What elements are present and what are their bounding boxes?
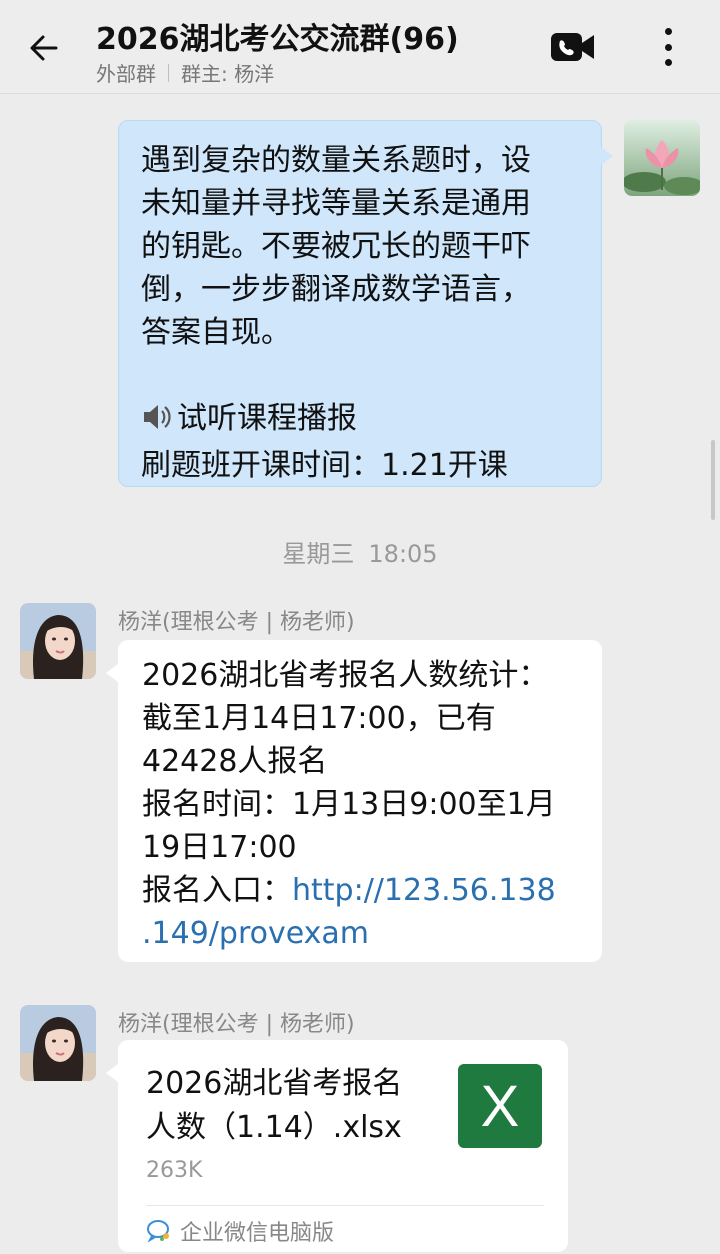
message-line: .149/provexam [142,912,582,955]
file-name: 2026湖北省考报名 人数（1.14）.xlsx [146,1062,436,1150]
message-line: 遇到复杂的数量关系题时，设 [141,143,531,178]
excel-file-icon: X [458,1064,542,1148]
file-source: 企业微信电脑版 [146,1215,334,1247]
file-card-divider [146,1205,544,1206]
external-group-tag: 外部群 [96,62,156,86]
file-message-card[interactable]: 2026湖北省考报名 人数（1.14）.xlsx 263K X 企业微信电脑版 [106,1040,568,1252]
more-dot [664,43,672,51]
message-line: 的钥匙。不要被冗长的题干吓 [141,229,531,264]
more-dot [664,59,672,66]
file-size: 263K [146,1158,203,1183]
message-line: 42428人报名 [142,744,328,779]
chat-header: 2026湖北考公交流群(96) 外部群 群主: 杨洋 [0,0,720,94]
message-line: 报名入口：http://123.56.138 [142,869,582,912]
message-line: 19日17:00 [142,830,297,865]
speaker-icon [141,401,173,444]
more-options-button[interactable] [650,24,686,70]
message-line: 截至1月14日17:00，已有 [142,701,496,736]
message-line: 2026湖北省考报名人数统计： [142,658,549,693]
registration-link[interactable]: http://123.56.138 [292,873,556,908]
lotus-avatar-image [624,120,700,196]
arrow-left-icon [30,35,58,61]
audition-text: 试听课程播报 [177,401,357,436]
message-line: 报名时间：1月13日9:00至1月 [142,787,556,822]
subtitle-divider [168,63,169,82]
self-avatar[interactable] [624,120,700,196]
message-line: 未知量并寻找等量关系是通用 [141,186,531,221]
video-call-button[interactable] [550,30,596,64]
timestamp-day: 星期三 [282,540,355,568]
sender-avatar-image [20,603,96,679]
sender-avatar[interactable] [20,1005,96,1081]
file-name-line: 2026湖北省考报名 [146,1066,403,1101]
timestamp-time: 18:05 [368,540,438,568]
chat-subtitle: 外部群 群主: 杨洋 [96,58,274,87]
incoming-message-bubble[interactable]: 2026湖北省考报名人数统计： 截至1月14日17:00，已有 42428人报名… [106,640,602,962]
back-button[interactable] [22,26,66,70]
message-line: 倒，一步步翻译成数学语言， [141,272,531,307]
sender-avatar[interactable] [20,603,96,679]
outgoing-message-bubble[interactable]: 遇到复杂的数量关系题时，设 未知量并寻找等量关系是通用 的钥匙。不要被冗长的题干… [118,120,613,487]
file-name-line: 人数（1.14）.xlsx [146,1110,402,1145]
class-time-line: 刷题班开课时间：1.21开课 [141,448,508,483]
group-owner-label: 群主: 杨洋 [181,62,275,86]
more-vertical-icon [664,28,672,35]
video-call-icon [551,33,594,61]
sender-avatar-image [20,1005,96,1081]
message-timestamp: 星期三 18:05 [0,534,720,569]
audition-line: 试听课程播报 [141,397,579,444]
scrollbar[interactable] [711,440,715,520]
wecom-icon [147,1220,169,1243]
sender-name: 杨洋(理根公考 | 杨老师) [118,1012,355,1037]
entry-label: 报名入口： [142,873,292,908]
registration-link-cont[interactable]: .149/provexam [142,916,369,951]
sender-name: 杨洋(理根公考 | 杨老师) [118,610,355,635]
chat-title: 2026湖北考公交流群(96) [96,22,459,57]
message-line: 答案自现。 [141,315,291,350]
file-source-label: 企业微信电脑版 [180,1221,335,1246]
